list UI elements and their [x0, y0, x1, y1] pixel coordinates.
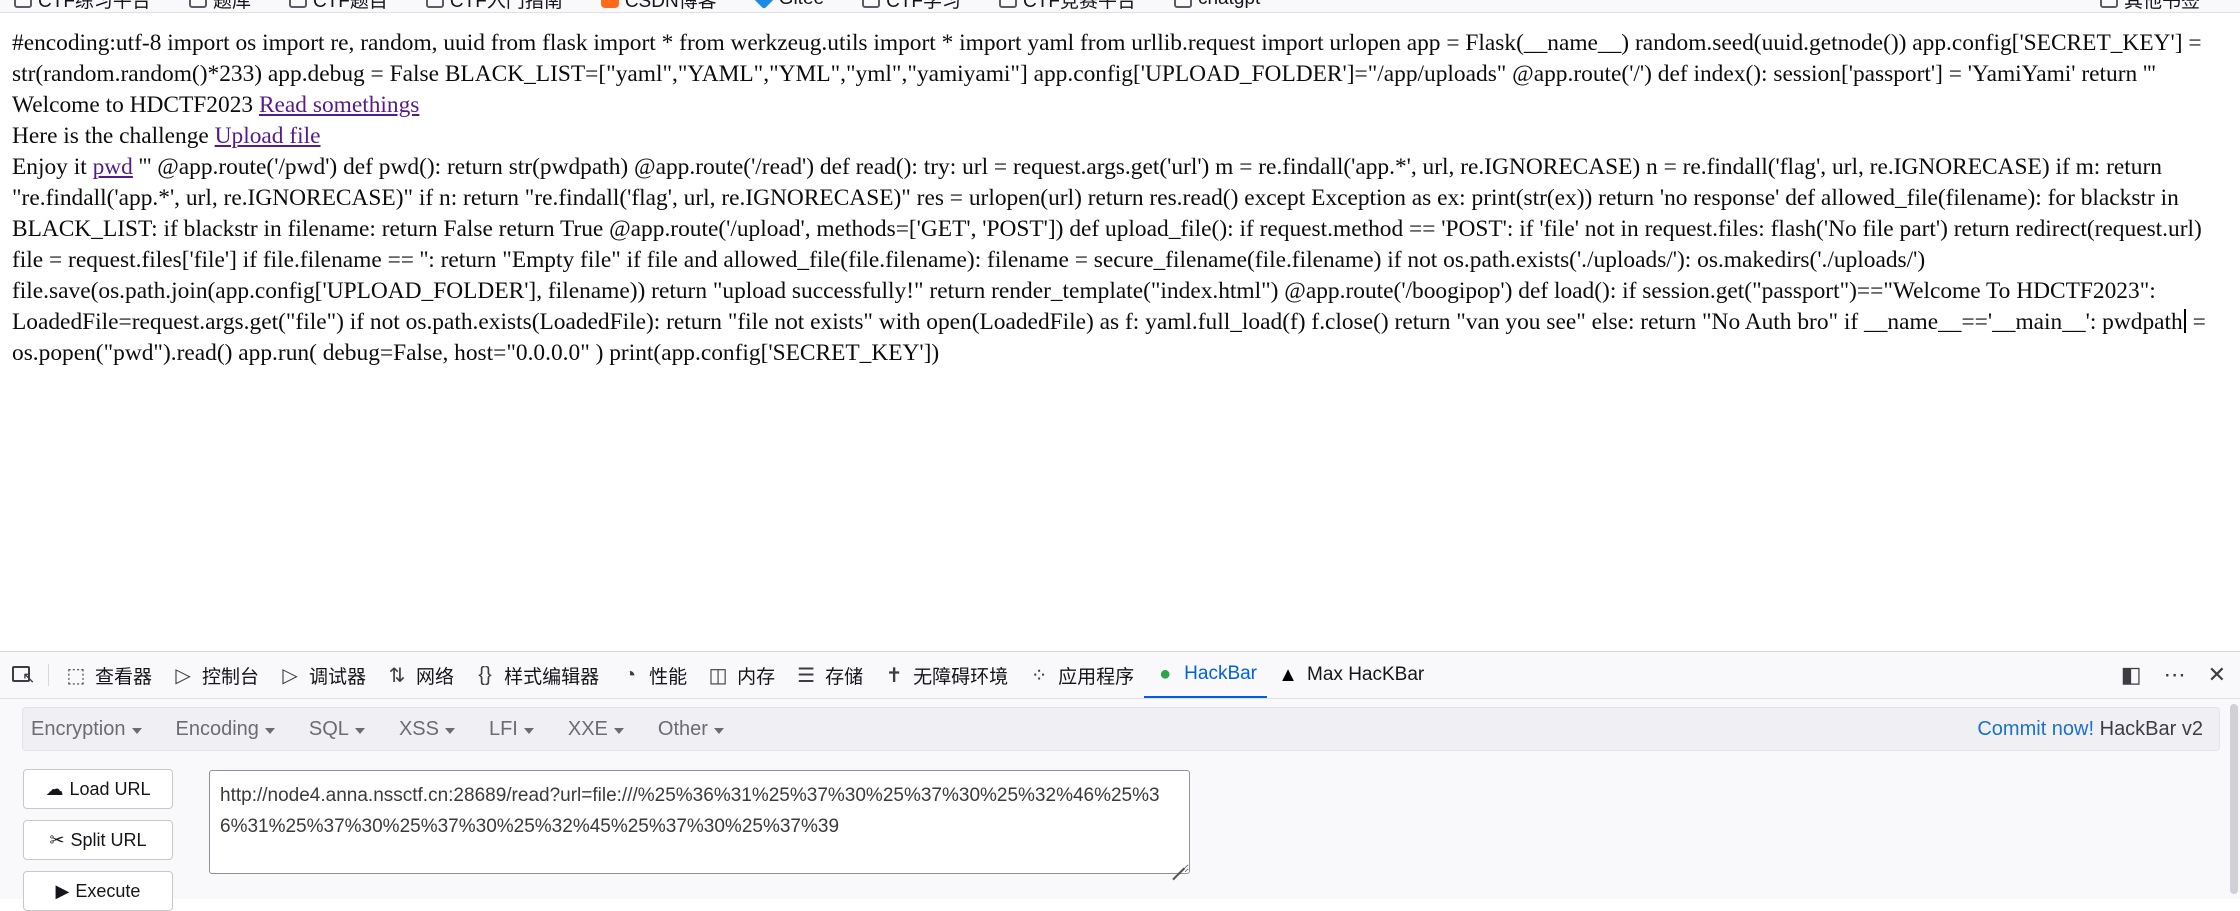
page-content: #encoding:utf-8 import os import re, ran…: [12, 28, 2217, 369]
tab-storage[interactable]: ☰ 存储: [785, 652, 873, 698]
bookmark-item[interactable]: CSDN博客: [587, 0, 741, 12]
caret-down-icon: [354, 727, 365, 734]
commit-info: Commit now! HackBar v2: [1977, 717, 2203, 740]
menu-encoding[interactable]: Encoding: [168, 718, 283, 741]
inspector-icon: ⬚: [66, 664, 86, 687]
text-caret: [2183, 309, 2186, 333]
max-hackbar-icon: ▲: [1278, 663, 1298, 686]
more-options-icon[interactable]: ⋯: [2164, 662, 2186, 688]
menu-xss[interactable]: XSS: [391, 718, 463, 741]
devtools-panel: ⬚查看器 ▷控制台 ▷调试器 ⇅网络 {}样式编辑器 ◔性能 ◫内存 ☰存储 ✝…: [0, 651, 2240, 911]
play-icon: ▶: [55, 880, 70, 901]
tab-performance[interactable]: ◔ 性能: [609, 652, 697, 698]
tab-application[interactable]: ⁘ 应用程序: [1018, 652, 1144, 698]
source-text: ''' @app.route('/pwd') def pwd(): return…: [12, 154, 2202, 335]
execute-button[interactable]: ▶ Execute: [23, 871, 173, 911]
caret-down-icon: [523, 727, 534, 734]
tab-memory[interactable]: ◫ 内存: [697, 652, 785, 698]
folder-icon: [2099, 0, 2118, 8]
scrollbar[interactable]: [2230, 704, 2238, 894]
hackbar-icon: ●: [1159, 662, 1172, 685]
close-icon[interactable]: ✕: [2208, 662, 2226, 688]
folder-icon: [999, 0, 1018, 8]
accessibility-icon: ✝: [885, 664, 903, 687]
caret-down-icon: [444, 727, 455, 734]
folder-icon: [862, 0, 881, 8]
menu-encryption[interactable]: Encryption: [23, 718, 150, 741]
hackbar-menu: Encryption Encoding SQL XSS LFI XXE Othe…: [22, 707, 2220, 751]
caret-down-icon: [613, 727, 624, 734]
devtools-controls: ◧ ⋯ ✕: [2121, 652, 2240, 698]
bookmark-item[interactable]: CTF题目: [275, 0, 412, 12]
application-icon: ⁘: [1030, 664, 1048, 687]
bookmark-item[interactable]: CTF学习: [848, 0, 985, 12]
folder-icon: [288, 0, 307, 8]
load-url-button[interactable]: ☁ Load URL: [23, 769, 173, 809]
bookmarks-toolbar: CTF练习平台 题库 CTF题目 CTF入门指南 CSDN博客 Gitee CT…: [0, 0, 2240, 13]
upload-link[interactable]: Upload file: [215, 123, 321, 149]
csdn-icon: [600, 0, 619, 8]
bookmark-item[interactable]: Gitee: [741, 0, 848, 10]
tab-debugger[interactable]: ▷ 调试器: [269, 652, 376, 698]
divider: [48, 664, 49, 686]
storage-icon: ☰: [797, 664, 816, 687]
performance-icon: ◔: [624, 663, 637, 686]
console-icon: ▷: [175, 664, 191, 687]
folder-icon: [14, 0, 32, 8]
element-picker-icon[interactable]: [12, 664, 38, 688]
gitee-icon: [753, 0, 774, 10]
folder-icon: [425, 0, 444, 8]
memory-icon: ◫: [708, 664, 728, 687]
bookmark-item[interactable]: CTF入门指南: [412, 0, 587, 12]
style-editor-icon: {}: [478, 663, 492, 686]
folder-icon: [1173, 0, 1192, 8]
tab-network[interactable]: ⇅ 网络: [376, 652, 464, 698]
other-bookmarks[interactable]: 其他书签: [2099, 0, 2240, 12]
bookmark-item[interactable]: CTF竞赛平台: [985, 0, 1160, 12]
menu-sql[interactable]: SQL: [301, 718, 373, 741]
menu-other[interactable]: Other: [650, 718, 732, 741]
challenge-line: Here is the challenge Upload file: [12, 123, 321, 149]
caret-down-icon: [131, 727, 142, 734]
pwd-link[interactable]: pwd: [93, 154, 133, 180]
resize-handle-icon[interactable]: [1168, 852, 1188, 872]
tab-console[interactable]: ▷ 控制台: [162, 652, 269, 698]
devtools-tabbar: ⬚查看器 ▷控制台 ▷调试器 ⇅网络 {}样式编辑器 ◔性能 ◫内存 ☰存储 ✝…: [0, 652, 2240, 699]
enjoy-line: Enjoy it pwd ''' @app.route('/pwd') def …: [12, 154, 2206, 366]
folder-icon: [188, 0, 207, 8]
tab-max-hackbar[interactable]: ▲ Max HacKBar: [1267, 652, 1434, 698]
url-input[interactable]: http://node4.anna.nssctf.cn:28689/read?u…: [209, 770, 1190, 874]
tab-style-editor[interactable]: {} 样式编辑器: [464, 652, 609, 698]
debugger-icon: ▷: [282, 664, 298, 687]
tab-inspector[interactable]: ⬚ 查看器: [55, 652, 162, 698]
bookmark-item[interactable]: 题库: [175, 0, 275, 12]
network-icon: ⇅: [388, 664, 406, 687]
scissors-icon: ✂: [49, 829, 65, 850]
menu-lfi[interactable]: LFI: [481, 718, 542, 741]
code-text: #encoding:utf-8 import os import re, ran…: [12, 28, 2217, 121]
dock-side-icon[interactable]: ◧: [2121, 662, 2142, 688]
bookmark-item[interactable]: CTF练习平台: [0, 0, 175, 12]
split-url-button[interactable]: ✂ Split URL: [23, 820, 173, 860]
commit-link[interactable]: Commit now!: [1977, 718, 2094, 740]
menu-xxe[interactable]: XXE: [560, 718, 632, 741]
cloud-download-icon: ☁: [45, 778, 64, 799]
caret-down-icon: [713, 727, 724, 734]
tab-hackbar[interactable]: ● HackBar: [1144, 652, 1268, 698]
tab-accessibility[interactable]: ✝ 无障碍环境: [873, 652, 1018, 698]
bookmark-item[interactable]: chatgpt: [1160, 0, 1284, 10]
caret-down-icon: [264, 727, 275, 734]
read-link[interactable]: Read somethings: [259, 92, 419, 118]
